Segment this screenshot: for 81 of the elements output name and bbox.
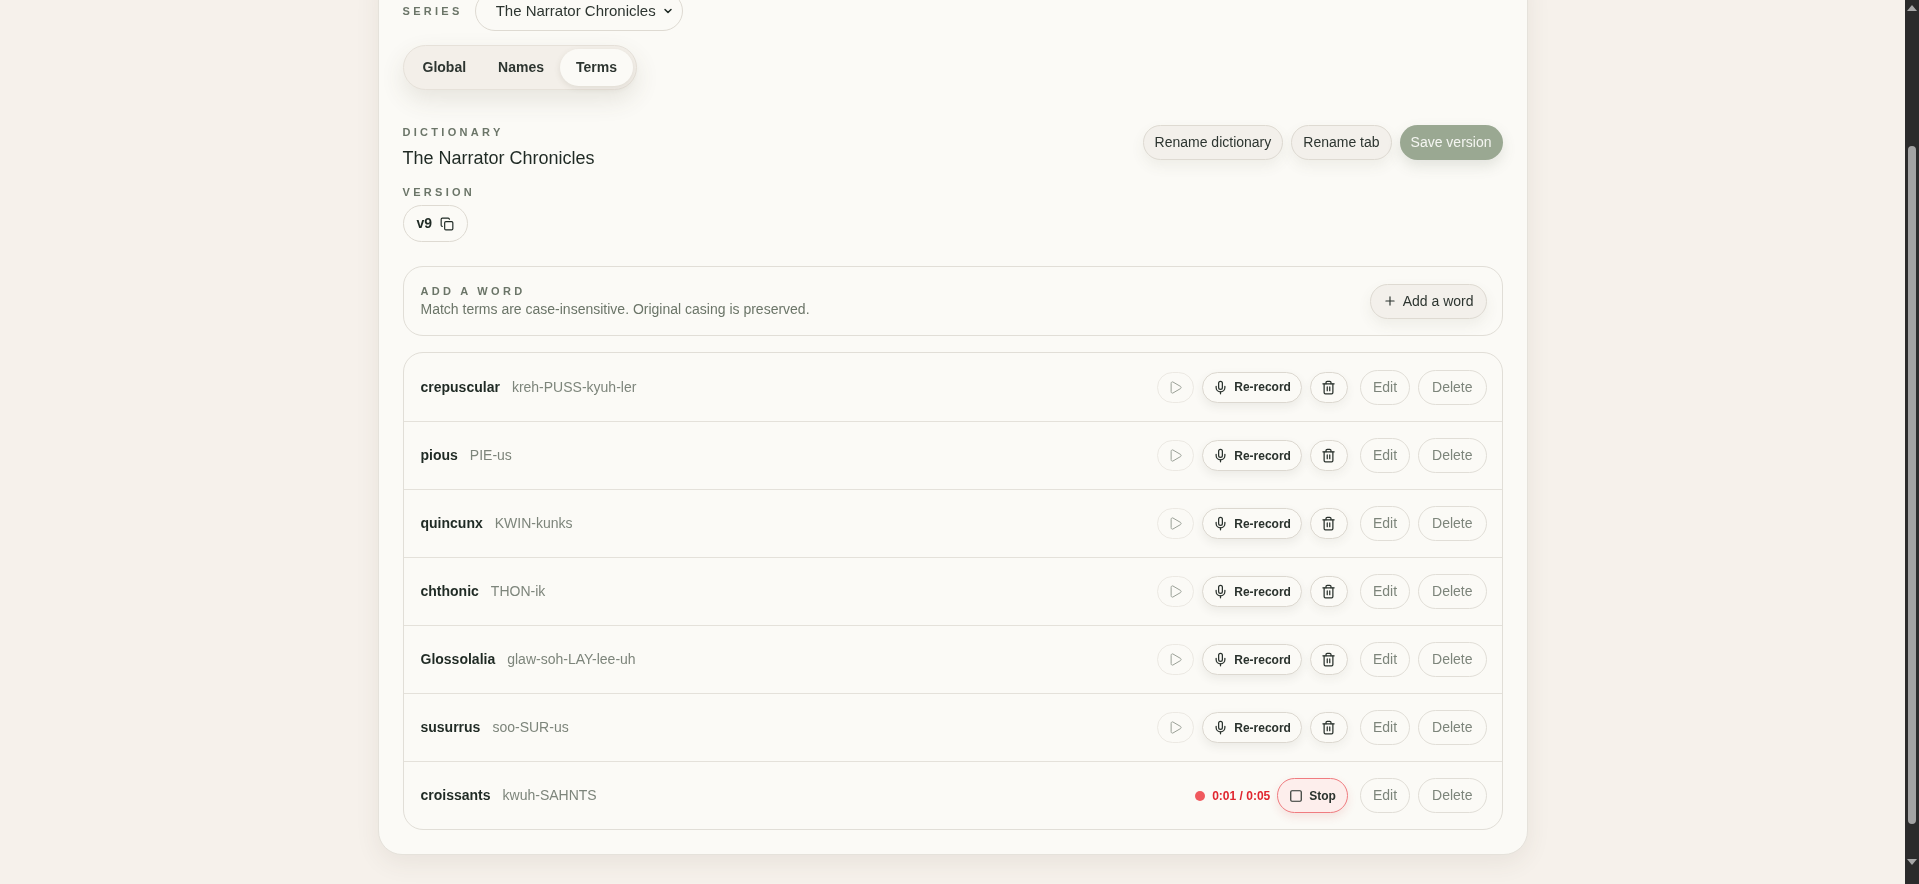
scrollbar-thumb[interactable] bbox=[1908, 146, 1916, 824]
caret-down-icon[interactable] bbox=[1907, 859, 1917, 865]
term-word: chthonic bbox=[420, 582, 479, 601]
stop-button[interactable]: Stop bbox=[1277, 778, 1348, 813]
add-word-button[interactable]: Add a word bbox=[1369, 283, 1487, 319]
microphone-icon bbox=[1213, 720, 1229, 735]
scrollbar[interactable] bbox=[1905, 0, 1919, 884]
term-pronunciation: soo-SUR-us bbox=[492, 718, 569, 737]
plus-icon bbox=[1382, 294, 1397, 308]
term-pronunciation: PIE-us bbox=[469, 446, 512, 465]
trash-icon bbox=[1321, 652, 1337, 667]
trash-icon bbox=[1321, 516, 1337, 531]
edit-button[interactable]: Edit bbox=[1359, 778, 1411, 813]
delete-button[interactable]: Delete bbox=[1418, 574, 1487, 609]
version-copy-button[interactable]: v9 bbox=[402, 205, 469, 242]
trash-button[interactable] bbox=[1309, 440, 1348, 471]
microphone-icon bbox=[1213, 584, 1229, 599]
rename-tab-button[interactable]: Rename tab bbox=[1291, 125, 1392, 160]
recording-timer: 0:01 / 0:05 bbox=[1212, 787, 1271, 805]
re-record-button[interactable]: Re-record bbox=[1202, 576, 1302, 607]
term-pronunciation: glaw-soh-LAY-lee-uh bbox=[507, 650, 636, 669]
play-icon bbox=[1168, 584, 1184, 599]
delete-button[interactable]: Delete bbox=[1418, 642, 1487, 677]
re-record-button[interactable]: Re-record bbox=[1202, 371, 1302, 403]
re-record-button[interactable]: Re-record bbox=[1202, 712, 1302, 743]
term-word: quincunx bbox=[420, 514, 483, 533]
caret-up-icon[interactable] bbox=[1907, 5, 1917, 11]
delete-button[interactable]: Delete bbox=[1418, 438, 1487, 473]
trash-button[interactable] bbox=[1309, 576, 1348, 607]
copy-icon bbox=[440, 216, 455, 231]
play-icon bbox=[1168, 720, 1184, 735]
re-record-button[interactable]: Re-record bbox=[1202, 644, 1302, 675]
tab[interactable]: Names bbox=[482, 49, 560, 86]
trash-button[interactable] bbox=[1309, 371, 1348, 403]
trash-icon bbox=[1321, 584, 1337, 599]
microphone-icon bbox=[1213, 379, 1229, 395]
version-label: VERSION bbox=[402, 185, 476, 200]
trash-button[interactable] bbox=[1309, 508, 1348, 539]
term-word: crepuscular bbox=[420, 377, 500, 397]
microphone-icon bbox=[1213, 448, 1229, 463]
trash-button[interactable] bbox=[1309, 712, 1348, 743]
play-icon bbox=[1168, 448, 1184, 463]
stop-icon bbox=[1289, 788, 1304, 803]
dictionary-label: DICTIONARY bbox=[402, 125, 504, 140]
play-icon bbox=[1168, 516, 1184, 531]
delete-button[interactable]: Delete bbox=[1418, 506, 1487, 541]
edit-button[interactable]: Edit bbox=[1359, 369, 1411, 405]
re-record-button[interactable]: Re-record bbox=[1202, 440, 1302, 471]
term-word: susurrus bbox=[420, 718, 481, 737]
tab[interactable]: Global bbox=[406, 49, 483, 86]
delete-button[interactable]: Delete bbox=[1418, 710, 1487, 745]
edit-button[interactable]: Edit bbox=[1359, 710, 1411, 745]
term-pronunciation: kreh-PUSS-kyuh-ler bbox=[511, 377, 637, 397]
delete-button[interactable]: Delete bbox=[1418, 369, 1487, 405]
delete-button[interactable]: Delete bbox=[1418, 778, 1487, 813]
re-record-button[interactable]: Re-record bbox=[1202, 508, 1302, 539]
trash-icon bbox=[1321, 720, 1337, 735]
series-select[interactable]: The Narrator Chronicles bbox=[474, 0, 683, 31]
tab[interactable]: Terms bbox=[560, 49, 633, 86]
add-word-label: ADD A WORD bbox=[420, 284, 527, 299]
microphone-icon bbox=[1213, 516, 1229, 531]
microphone-icon bbox=[1213, 652, 1229, 667]
term-word: Glossolalia bbox=[420, 650, 496, 669]
trash-button[interactable] bbox=[1309, 644, 1348, 675]
rename-dictionary-button[interactable]: Rename dictionary bbox=[1142, 125, 1284, 160]
edit-button[interactable]: Edit bbox=[1359, 574, 1411, 609]
term-pronunciation: THON-ik bbox=[490, 582, 546, 601]
play-icon bbox=[1168, 379, 1184, 395]
dictionary-title: The Narrator Chronicles bbox=[402, 147, 595, 170]
term-word: croissants bbox=[420, 786, 491, 805]
term-pronunciation: KWIN-kunks bbox=[494, 514, 573, 533]
edit-button[interactable]: Edit bbox=[1359, 438, 1411, 473]
term-pronunciation: kwuh-SAHNTS bbox=[502, 786, 597, 805]
play-icon bbox=[1168, 652, 1184, 667]
edit-button[interactable]: Edit bbox=[1359, 506, 1411, 541]
term-word: pious bbox=[420, 446, 458, 465]
trash-icon bbox=[1321, 448, 1337, 463]
series-label: SERIES bbox=[402, 3, 463, 19]
edit-button[interactable]: Edit bbox=[1359, 642, 1411, 677]
add-word-hint: Match terms are case-insensitive. Original casing is preserved. bbox=[420, 300, 810, 319]
trash-icon bbox=[1321, 379, 1337, 395]
